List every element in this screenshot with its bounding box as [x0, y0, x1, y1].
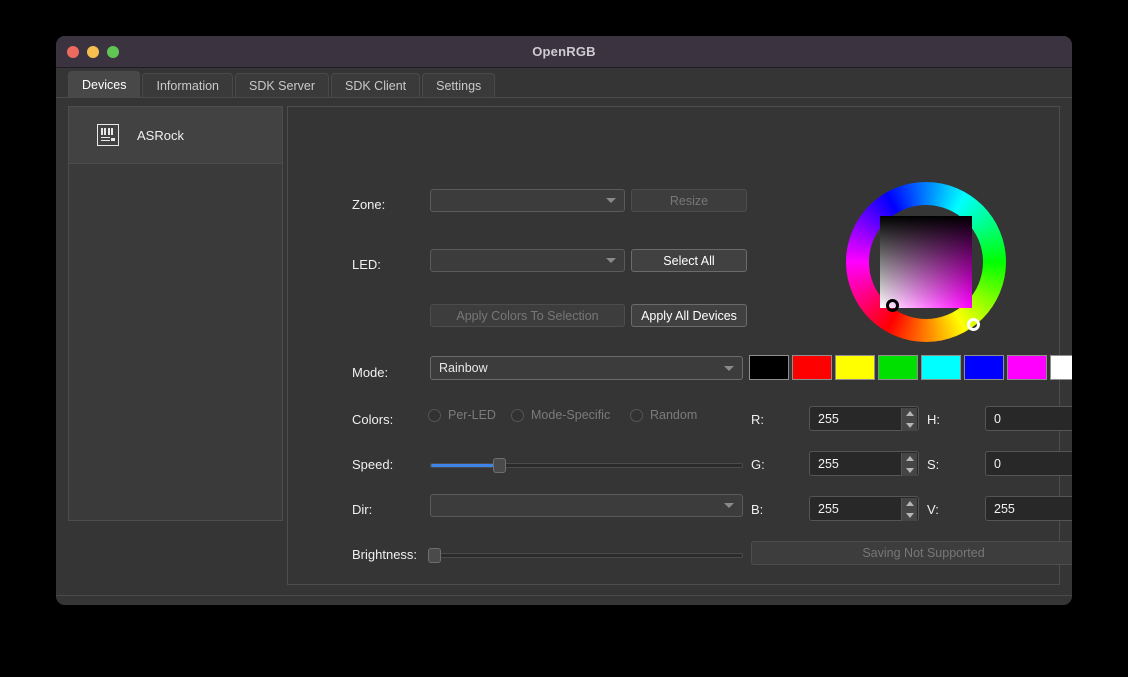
- v-label: V:: [927, 502, 939, 517]
- tab-bar: Devices Information SDK Server SDK Clien…: [56, 68, 1072, 98]
- chevron-down-icon: [724, 365, 734, 371]
- tab-devices[interactable]: Devices: [68, 71, 141, 98]
- app-window: OpenRGB Devices Information SDK Server S…: [56, 36, 1072, 605]
- brightness-label: Brightness:: [352, 547, 418, 562]
- swatch-black[interactable]: [749, 355, 789, 380]
- swatch-green[interactable]: [878, 355, 918, 380]
- g-spinbox-steppers[interactable]: [901, 453, 917, 476]
- tab-information[interactable]: Information: [142, 73, 233, 98]
- swatch-magenta[interactable]: [1007, 355, 1047, 380]
- r-label: R:: [751, 412, 764, 427]
- mode-select[interactable]: Rainbow: [430, 356, 743, 380]
- radio-random[interactable]: Random: [630, 408, 697, 422]
- s-label: S:: [927, 457, 940, 472]
- maximize-button[interactable]: [107, 46, 119, 58]
- radio-mode-specific-label: Mode-Specific: [531, 408, 611, 422]
- chevron-up-icon[interactable]: [905, 456, 914, 462]
- radio-random-label: Random: [650, 408, 698, 422]
- chevron-down-icon[interactable]: [905, 512, 914, 518]
- swatch-blue[interactable]: [964, 355, 1004, 380]
- s-spinbox[interactable]: 0: [985, 451, 1072, 476]
- b-spinbox[interactable]: 255: [809, 496, 919, 521]
- dir-label: Dir:: [352, 502, 373, 517]
- speed-slider-handle[interactable]: [493, 458, 507, 473]
- brightness-slider[interactable]: [428, 548, 743, 563]
- radio-per-led-label: Per-LED: [448, 408, 496, 422]
- led-label: LED:: [352, 257, 381, 272]
- led-select[interactable]: [430, 249, 625, 272]
- color-wheel[interactable]: [846, 182, 1006, 342]
- direction-select[interactable]: [430, 494, 743, 517]
- resize-button[interactable]: Resize: [631, 189, 747, 212]
- radio-mode-specific[interactable]: Mode-Specific: [511, 408, 610, 422]
- chevron-down-icon: [606, 258, 616, 263]
- g-spinbox[interactable]: 255: [809, 451, 919, 476]
- swatch-yellow[interactable]: [835, 355, 875, 380]
- speed-label: Speed:: [352, 457, 394, 472]
- brightness-slider-handle[interactable]: [428, 548, 441, 563]
- chevron-up-icon[interactable]: [905, 501, 914, 507]
- radio-circle-icon: [511, 408, 524, 422]
- tab-sdk-client[interactable]: SDK Client: [331, 73, 421, 98]
- tab-settings[interactable]: Settings: [422, 73, 496, 98]
- speed-slider[interactable]: [430, 458, 743, 473]
- swatch-white[interactable]: [1050, 355, 1072, 380]
- radio-circle-icon: [428, 408, 441, 422]
- h-label: H:: [927, 412, 940, 427]
- apply-colors-to-selection-button[interactable]: Apply Colors To Selection: [430, 304, 625, 327]
- zone-label: Zone:: [352, 197, 386, 212]
- motherboard-icon: [97, 124, 119, 146]
- swatch-cyan[interactable]: [921, 355, 961, 380]
- minimize-button[interactable]: [87, 46, 99, 58]
- apply-all-devices-button[interactable]: Apply All Devices: [631, 304, 747, 327]
- zone-select[interactable]: [430, 189, 625, 212]
- window-controls: [67, 46, 119, 58]
- radio-per-led[interactable]: Per-LED: [428, 408, 496, 422]
- chevron-down-icon[interactable]: [905, 467, 914, 473]
- tab-sdk-server[interactable]: SDK Server: [235, 73, 329, 98]
- device-list-panel: ASRock: [68, 106, 283, 521]
- white-ring-marker[interactable]: [967, 318, 980, 331]
- device-settings-panel: Zone: Resize LED: Select All Apply Color…: [287, 106, 1072, 585]
- black-ring-marker[interactable]: [886, 299, 899, 312]
- radio-circle-icon: [630, 408, 643, 422]
- r-spinbox-steppers[interactable]: [901, 408, 917, 431]
- device-list-item-asrock[interactable]: ASRock: [69, 107, 282, 164]
- h-spinbox[interactable]: 0: [985, 406, 1072, 431]
- r-spinbox[interactable]: 255: [809, 406, 919, 431]
- window-title: OpenRGB: [532, 44, 596, 59]
- saving-not-supported-button: Saving Not Supported: [751, 541, 1072, 565]
- mode-label: Mode:: [352, 365, 389, 380]
- device-name-label: ASRock: [137, 127, 184, 143]
- colors-label: Colors:: [352, 412, 394, 427]
- title-bar: OpenRGB: [56, 36, 1072, 68]
- swatch-red[interactable]: [792, 355, 832, 380]
- chevron-down-icon: [724, 503, 734, 508]
- b-label: B:: [751, 502, 764, 517]
- main-content: ASRock Zone: Resize LED: Select All Appl…: [56, 98, 1072, 605]
- chevron-up-icon[interactable]: [905, 411, 914, 417]
- close-button[interactable]: [67, 46, 79, 58]
- speed-slider-fill: [431, 464, 500, 467]
- b-spinbox-steppers[interactable]: [901, 498, 917, 521]
- v-spinbox[interactable]: 255: [985, 496, 1072, 521]
- g-label: G:: [751, 457, 765, 472]
- chevron-down-icon[interactable]: [905, 422, 914, 428]
- saturation-value-square[interactable]: [880, 216, 972, 308]
- bottom-toolbar: Toggle LED View Rescan Devices Save Prof…: [56, 595, 1072, 605]
- chevron-down-icon: [606, 198, 616, 203]
- select-all-button[interactable]: Select All: [631, 249, 747, 272]
